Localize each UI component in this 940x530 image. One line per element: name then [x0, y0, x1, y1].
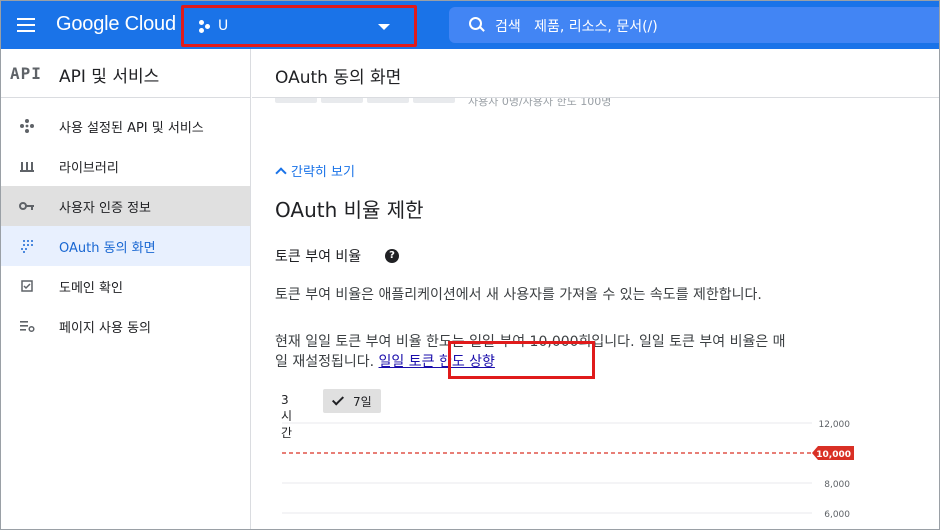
app-frame: Google Cloud U 검색 제품, 리소스, 문서(/) API API… — [0, 0, 940, 530]
api-logo-icon: API — [10, 64, 42, 83]
limit-badge-label: 10,000 — [816, 450, 851, 460]
range-7d-button[interactable]: 7일 — [323, 389, 381, 413]
project-name: U — [218, 18, 229, 34]
y-tick-label: 12,000 — [819, 420, 851, 430]
collapse-link[interactable]: 간략히 보기 — [275, 161, 355, 180]
search-placeholder: 제품, 리소스, 문서(/) — [534, 19, 658, 35]
sidebar-item-credentials[interactable]: 사용자 인증 정보 — [1, 186, 250, 226]
range-7d-label: 7일 — [353, 395, 372, 409]
library-icon — [19, 158, 35, 174]
chart-svg: 12,000 8,000 6,000 10,000 — [282, 420, 854, 520]
consent-grid-icon — [19, 238, 35, 254]
search-bar[interactable]: 검색 제품, 리소스, 문서(/) — [449, 7, 939, 43]
subsection-title: 토큰 부여 비율 — [275, 249, 362, 265]
sidebar-item-label: 사용 설정된 API 및 서비스 — [59, 121, 204, 136]
checkbox-icon — [19, 278, 35, 294]
sidebar-header: API API 및 서비스 — [1, 49, 251, 98]
menu-icon[interactable] — [17, 17, 37, 33]
sidebar-item-oauth-consent[interactable]: OAuth 동의 화면 — [1, 226, 250, 266]
sidebar: API API 및 서비스 사용 설정된 API 및 서비스 라이브러리 사용자… — [1, 49, 251, 529]
top-bar: Google Cloud U 검색 제품, 리소스, 문서(/) — [1, 1, 939, 49]
sidebar-item-library[interactable]: 라이브러리 — [1, 146, 250, 186]
token-grant-chart: 12,000 8,000 6,000 10,000 — [252, 411, 939, 529]
sidebar-item-label: OAuth 동의 화면 — [59, 241, 156, 256]
project-selector[interactable]: U — [181, 5, 417, 47]
sidebar-item-label: 사용자 인증 정보 — [59, 201, 151, 216]
sidebar-item-label: 페이지 사용 동의 — [59, 321, 151, 336]
settings-list-icon — [19, 318, 35, 334]
y-tick-label: 6,000 — [824, 510, 850, 520]
collapse-label: 간략히 보기 — [291, 165, 355, 180]
search-icon — [469, 17, 485, 33]
page-title: OAuth 동의 화면 — [275, 68, 402, 88]
sidebar-item-label: 라이브러리 — [59, 161, 119, 176]
sidebar-title: API 및 서비스 — [59, 67, 160, 87]
api-diamond-icon — [19, 118, 35, 134]
sidebar-item-page-usage-agreement[interactable]: 페이지 사용 동의 — [1, 306, 250, 346]
highlight-box — [448, 341, 595, 379]
sidebar-item-domain-verification[interactable]: 도메인 확인 — [1, 266, 250, 306]
check-icon — [331, 393, 345, 406]
google-cloud-logo[interactable]: Google Cloud — [56, 13, 176, 36]
chevron-up-icon — [275, 167, 287, 179]
project-icon — [199, 20, 213, 34]
chevron-down-icon — [378, 24, 390, 30]
sidebar-item-enabled-apis[interactable]: 사용 설정된 API 및 서비스 — [1, 106, 250, 146]
key-icon — [19, 198, 35, 214]
help-icon[interactable]: ? — [385, 249, 399, 263]
token-rate-description: 토큰 부여 비율은 애플리케이션에서 새 사용자를 가져올 수 있는 속도를 제… — [275, 287, 762, 303]
main-content: OAuth 동의 화면 사용자 0명/사용자 한도 100명 간략히 보기 OA… — [252, 49, 939, 529]
section-title: OAuth 비율 제한 — [275, 198, 424, 222]
page-header: OAuth 동의 화면 — [252, 49, 939, 98]
search-label: 검색 — [495, 19, 521, 35]
y-tick-label: 8,000 — [824, 480, 850, 490]
sidebar-item-label: 도메인 확인 — [59, 281, 123, 296]
